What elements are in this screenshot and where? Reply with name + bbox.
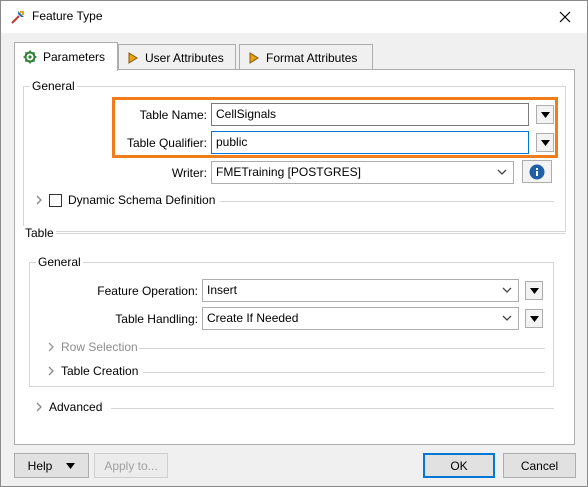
table-name-label: Table Name: bbox=[139, 108, 207, 122]
gear-icon bbox=[23, 50, 37, 64]
apply-to-label: Apply to... bbox=[104, 458, 158, 473]
dropdown-triangle-icon bbox=[540, 139, 550, 146]
writer-label: Writer: bbox=[171, 166, 207, 180]
advanced-label: Advanced bbox=[49, 400, 103, 414]
divider bbox=[111, 408, 554, 409]
feature-type-dialog: Feature Type Parameters User Attributes bbox=[0, 0, 588, 487]
row-selection-label: Row Selection bbox=[61, 340, 138, 354]
arrow-right-icon bbox=[249, 51, 259, 64]
cancel-label: Cancel bbox=[520, 458, 559, 473]
divider bbox=[220, 201, 554, 202]
ok-label: OK bbox=[450, 458, 468, 473]
feature-type-app-icon bbox=[11, 11, 24, 24]
table-creation-section[interactable]: Table Creation bbox=[47, 364, 138, 378]
chevron-down-icon bbox=[497, 169, 507, 175]
title-bar: Feature Type bbox=[1, 1, 587, 33]
dynamic-schema-label: Dynamic Schema Definition bbox=[68, 193, 216, 207]
dropdown-triangle-icon bbox=[529, 287, 539, 294]
help-label: Help bbox=[27, 458, 53, 473]
group-label: General bbox=[36, 255, 83, 269]
tab-format-attributes[interactable]: Format Attributes bbox=[239, 44, 373, 70]
table-qualifier-input[interactable]: public bbox=[211, 131, 529, 154]
divider bbox=[143, 372, 545, 373]
writer-value: FMETraining [POSTGRES] bbox=[216, 165, 361, 179]
window-title: Feature Type bbox=[32, 9, 103, 23]
table-qualifier-menu-button[interactable] bbox=[536, 133, 554, 152]
feature-operation-value: Insert bbox=[207, 283, 238, 297]
dropdown-triangle-icon bbox=[66, 462, 76, 469]
arrow-right-icon bbox=[128, 51, 138, 64]
dropdown-triangle-icon bbox=[529, 315, 539, 322]
tab-label: Format Attributes bbox=[266, 50, 358, 65]
cancel-button[interactable]: Cancel bbox=[503, 453, 576, 478]
table-handling-menu-button[interactable] bbox=[525, 309, 543, 328]
close-button[interactable] bbox=[543, 1, 587, 33]
chevron-right-icon bbox=[36, 195, 42, 205]
close-icon bbox=[559, 11, 571, 23]
chevron-down-icon bbox=[502, 315, 512, 321]
feature-operation-label: Feature Operation: bbox=[97, 284, 198, 298]
table-name-input[interactable]: CellSignals bbox=[211, 103, 529, 126]
dropdown-triangle-icon bbox=[540, 111, 550, 118]
table-creation-label: Table Creation bbox=[61, 364, 139, 378]
feature-operation-menu-button[interactable] bbox=[525, 281, 543, 300]
chevron-right-icon bbox=[48, 342, 54, 352]
row-selection-section[interactable]: Row Selection bbox=[47, 340, 138, 354]
tab-label: User Attributes bbox=[145, 50, 224, 65]
dynamic-schema-row[interactable]: Dynamic Schema Definition bbox=[35, 193, 215, 207]
table-handling-select[interactable]: Create If Needed bbox=[202, 307, 519, 330]
writer-select[interactable]: FMETraining [POSTGRES] bbox=[211, 161, 514, 184]
ok-button[interactable]: OK bbox=[423, 453, 495, 478]
table-qualifier-label: Table Qualifier: bbox=[126, 136, 207, 150]
writer-info-button[interactable] bbox=[522, 160, 552, 183]
divider bbox=[139, 348, 545, 349]
parameters-panel: General Table Name: CellSignals Table Qu… bbox=[14, 69, 575, 445]
advanced-section[interactable]: Advanced bbox=[35, 400, 102, 414]
feature-operation-select[interactable]: Insert bbox=[202, 279, 519, 302]
table-handling-label: Table Handling: bbox=[115, 312, 198, 326]
table-name-menu-button[interactable] bbox=[536, 105, 554, 124]
group-label: General bbox=[30, 79, 77, 93]
tab-parameters[interactable]: Parameters bbox=[14, 42, 118, 71]
apply-to-button[interactable]: Apply to... bbox=[94, 453, 168, 478]
chevron-right-icon bbox=[48, 366, 54, 376]
chevron-down-icon bbox=[502, 287, 512, 293]
table-handling-value: Create If Needed bbox=[207, 311, 299, 325]
tab-user-attributes[interactable]: User Attributes bbox=[118, 44, 236, 70]
chevron-right-icon bbox=[36, 402, 42, 412]
dynamic-schema-checkbox[interactable] bbox=[49, 193, 62, 207]
group-label: Table bbox=[23, 226, 56, 240]
tab-label: Parameters bbox=[43, 50, 106, 64]
info-icon bbox=[529, 164, 545, 179]
help-button[interactable]: Help bbox=[14, 453, 89, 478]
